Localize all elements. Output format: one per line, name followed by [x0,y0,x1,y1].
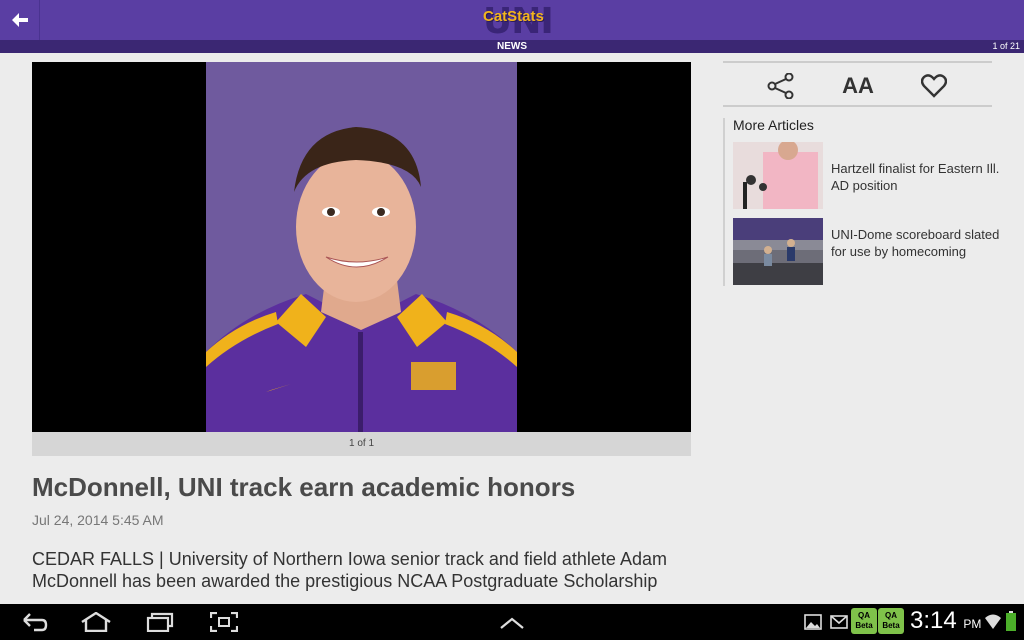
home-nav-button[interactable] [80,611,112,637]
screenshot-icon [209,611,239,633]
catstats-logo[interactable]: UNI CatStats [483,2,554,40]
app-header: UNI CatStats [0,0,1024,40]
gallery-notification[interactable] [804,614,822,635]
section-bar: NEWS 1 of 21 [0,40,1024,53]
back-button[interactable] [0,0,40,40]
article-date: Jul 24, 2014 5:45 AM [32,512,164,528]
share-icon [767,73,794,99]
battery-status [1006,611,1016,636]
image-icon [804,614,822,630]
text-size-icon: AA [842,73,874,98]
related-article-2[interactable]: UNI-Dome scoreboard slated for use by ho… [733,218,1003,285]
mail-icon [830,615,848,629]
related-article-thumbnail [733,218,823,285]
back-arrow-icon [11,13,28,27]
article-toolbar: AA [723,61,992,107]
section-title: NEWS [497,41,527,52]
more-articles: More Articles Hartzell finalist for East… [723,118,1003,286]
article-photo-viewer[interactable] [32,62,691,432]
article-body: CEDAR FALLS | University of Northern Iow… [32,549,667,591]
text-size-button[interactable]: AA [841,71,875,101]
mail-notification[interactable] [830,614,848,635]
share-button[interactable] [766,71,796,101]
menu-up-button[interactable] [500,616,524,634]
recent-apps-button[interactable] [146,612,174,637]
home-icon [81,611,111,633]
status-clock: 3:14 PM [910,606,981,639]
more-articles-title: More Articles [733,117,814,133]
photo-caption: 1 of 1 [32,432,691,456]
athlete-photo[interactable] [206,62,517,432]
qa-beta-badge-2[interactable]: QA Beta [878,608,904,634]
clock-ampm: PM [963,617,982,631]
screenshot-button[interactable] [209,611,239,637]
battery-icon [1006,611,1016,631]
clock-time: 3:14 [910,607,957,634]
article-headline: McDonnell, UNI track earn academic honor… [32,472,576,502]
related-article-title: Hartzell finalist for Eastern Ill. AD po… [831,161,1000,193]
heart-icon [921,74,947,98]
back-nav-button[interactable] [20,612,48,637]
wifi-icon [985,614,1001,629]
favorite-button[interactable] [919,71,949,101]
qa-beta-badge-1[interactable]: QA Beta [851,608,877,634]
page-counter: 1 of 21 [992,41,1020,51]
system-navbar: QA Beta QA Beta [0,604,1024,640]
related-article-title: UNI-Dome scoreboard slated for use by ho… [831,227,1000,259]
recent-apps-icon [146,612,174,633]
back-nav-icon [23,613,48,632]
chevron-up-icon [500,617,524,629]
related-article-1[interactable]: Hartzell finalist for Eastern Ill. AD po… [733,142,1003,209]
related-article-thumbnail [733,142,823,209]
wifi-status [984,612,1002,635]
logo-catstats-text: CatStats [483,8,544,25]
